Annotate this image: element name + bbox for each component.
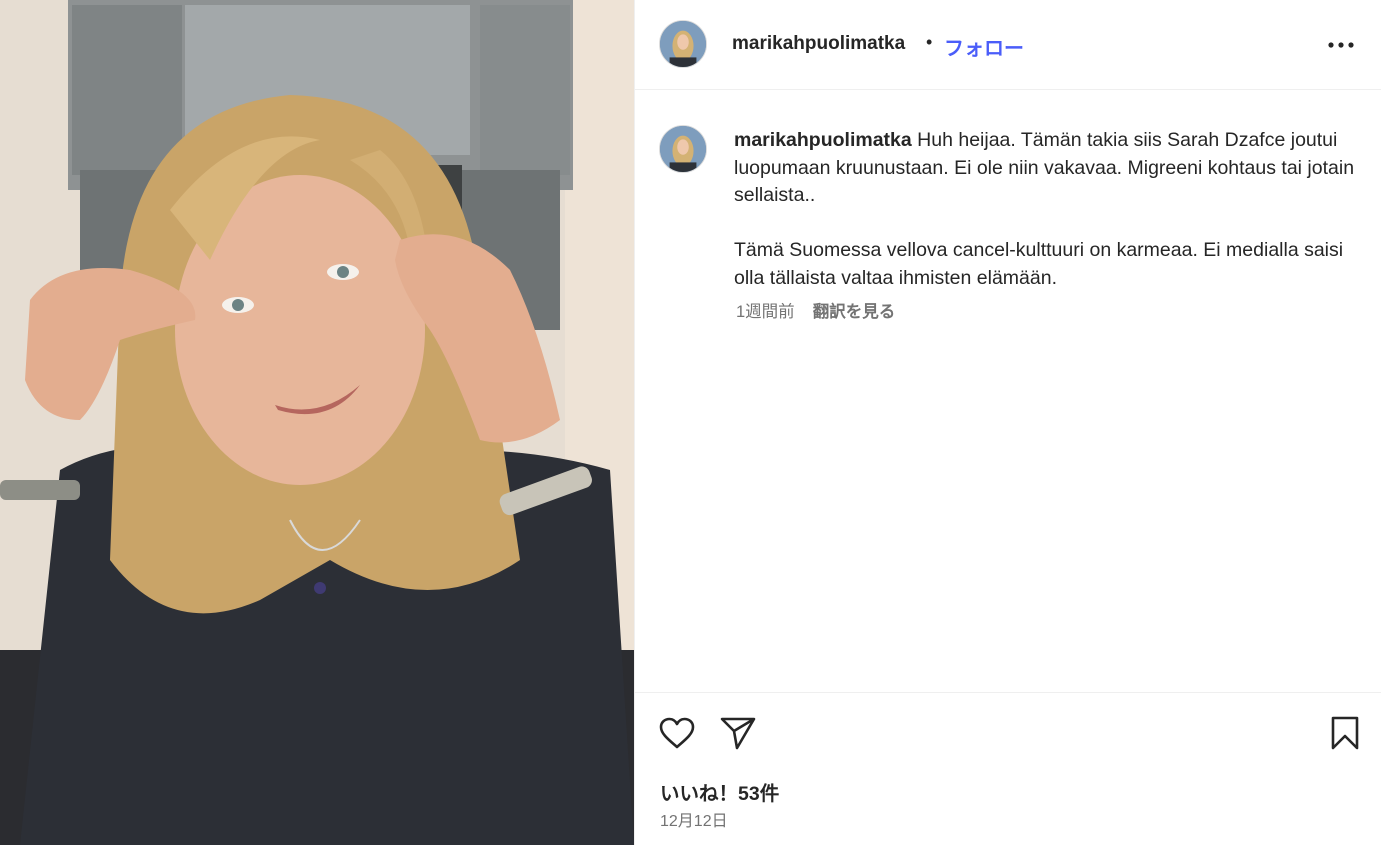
caption-section: marikahpuolimatka Huh heijaa. Tämän taki… [635, 91, 1381, 691]
paper-plane-icon [720, 717, 756, 750]
bookmark-icon [1331, 716, 1359, 750]
heart-icon [659, 717, 695, 749]
post-date[interactable]: 12月12日 [660, 807, 728, 831]
likes-count[interactable]: いいね！53件 [660, 777, 779, 806]
caption-meta: 1週間前 翻訳を見る [736, 298, 895, 322]
post-side-panel: marikahpuolimatka • フォロー marikahpuolimat… [634, 0, 1381, 845]
share-button[interactable] [718, 713, 758, 753]
caption-paragraph-2: Tämä Suomessa vellova cancel-kulttuuri o… [734, 239, 1344, 289]
post-actions: いいね！53件 12月12日 [635, 692, 1381, 845]
caption-username[interactable]: marikahpuolimatka [734, 129, 912, 151]
caption-author-avatar[interactable] [659, 125, 707, 173]
caption-text: marikahpuolimatka Huh heijaa. Tämän taki… [734, 127, 1369, 292]
caption-paragraph-1: marikahpuolimatka Huh heijaa. Tämän taki… [734, 127, 1369, 210]
header-separator: • [926, 32, 933, 52]
photo-illustration [0, 0, 634, 845]
author-avatar[interactable] [659, 20, 707, 68]
post-photo[interactable] [0, 0, 634, 845]
post-header: marikahpuolimatka • フォロー [635, 0, 1381, 90]
follow-button[interactable]: フォロー [944, 32, 1024, 61]
more-options-button[interactable] [1325, 30, 1357, 60]
see-translation-button[interactable]: 翻訳を見る [813, 298, 896, 322]
caption-time-ago[interactable]: 1週間前 [736, 298, 795, 322]
save-button[interactable] [1325, 713, 1365, 753]
more-horizontal-icon [1328, 42, 1354, 48]
post-container: marikahpuolimatka • フォロー marikahpuolimat… [0, 0, 1381, 845]
author-username[interactable]: marikahpuolimatka [732, 33, 905, 55]
like-button[interactable] [657, 713, 697, 753]
